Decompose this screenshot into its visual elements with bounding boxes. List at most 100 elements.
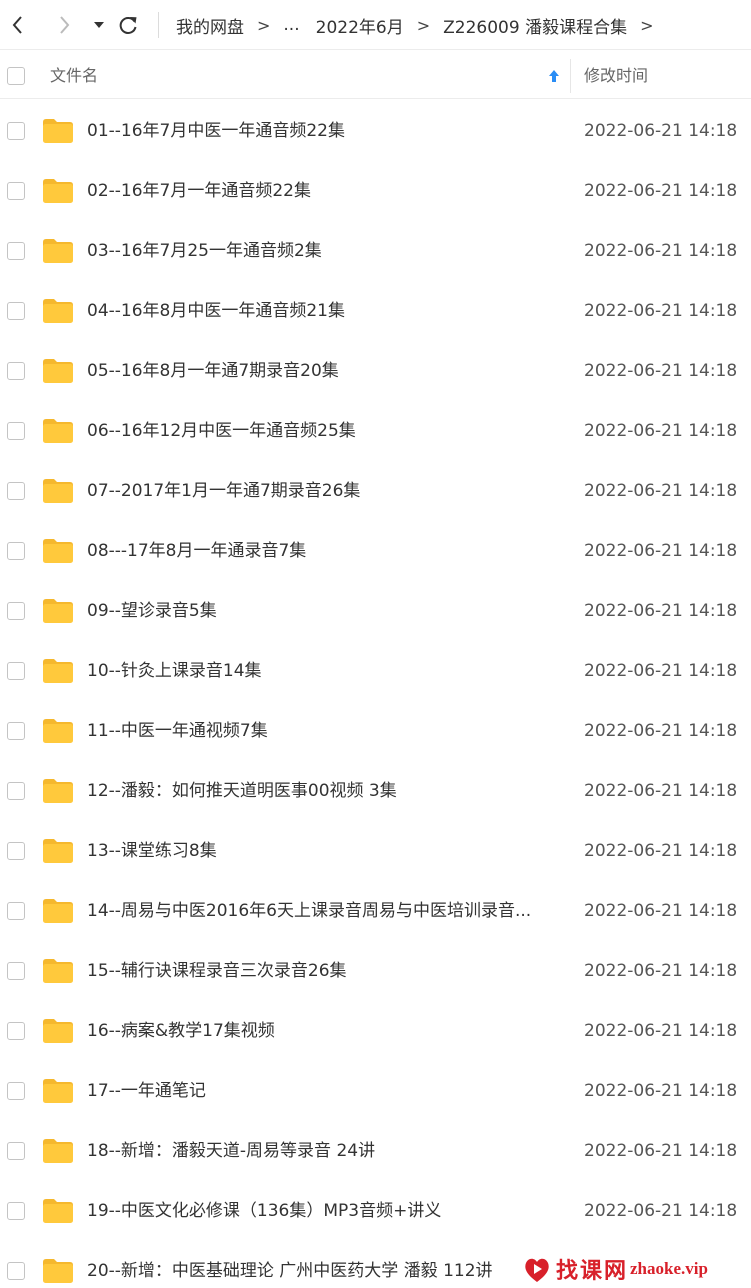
file-name[interactable]: 04--16年8月中医一年通音频21集	[87, 281, 553, 341]
file-row[interactable]: 03--16年7月25一年通音频2集 2022-06-21 14:18	[0, 221, 751, 281]
row-checkbox[interactable]	[7, 1142, 25, 1160]
file-row[interactable]: 06--16年12月中医一年通音频25集 2022-06-21 14:18	[0, 401, 751, 461]
column-header-modified-time[interactable]: 修改时间	[584, 53, 648, 99]
row-checkbox[interactable]	[7, 362, 25, 380]
watermark-url: zhaoke.vip	[630, 1259, 708, 1278]
folder-icon	[43, 419, 73, 443]
folder-icon	[43, 1199, 73, 1223]
file-name[interactable]: 20--新增：中医基础理论 广州中医药大学 潘毅 112讲	[87, 1241, 553, 1288]
row-checkbox[interactable]	[7, 722, 25, 740]
file-modified-time: 2022-06-21 14:18	[584, 121, 738, 141]
row-checkbox[interactable]	[7, 1262, 25, 1280]
row-checkbox[interactable]	[7, 542, 25, 560]
row-checkbox[interactable]	[7, 242, 25, 260]
file-name[interactable]: 17--一年通笔记	[87, 1061, 553, 1121]
folder-icon	[43, 539, 73, 563]
file-name[interactable]: 18--新增：潘毅天道-周易等录音 24讲	[87, 1121, 553, 1181]
column-divider[interactable]	[570, 59, 571, 93]
row-checkbox[interactable]	[7, 1082, 25, 1100]
file-modified-time: 2022-06-21 14:18	[584, 181, 738, 201]
file-name[interactable]: 19--中医文化必修课（136集）MP3音频+讲义	[87, 1181, 553, 1241]
file-modified-time: 2022-06-21 14:18	[584, 601, 738, 621]
file-row[interactable]: 15--辅行诀课程录音三次录音26集 2022-06-21 14:18	[0, 941, 751, 1001]
file-row[interactable]: 04--16年8月中医一年通音频21集 2022-06-21 14:18	[0, 281, 751, 341]
file-name[interactable]: 16--病案&教学17集视频	[87, 1001, 553, 1061]
folder-icon	[43, 659, 73, 683]
breadcrumb-root[interactable]: 我的网盘	[176, 13, 244, 38]
file-name[interactable]: 11--中医一年通视频7集	[87, 701, 553, 761]
file-modified-time: 2022-06-21 14:18	[584, 961, 738, 981]
file-name[interactable]: 06--16年12月中医一年通音频25集	[87, 401, 553, 461]
folder-icon	[43, 1019, 73, 1043]
file-row[interactable]: 07--2017年1月一年通7期录音26集 2022-06-21 14:18	[0, 461, 751, 521]
file-name[interactable]: 14--周易与中医2016年6天上课录音周易与中医培训录音...	[87, 881, 553, 941]
sort-ascending-icon[interactable]	[546, 68, 562, 84]
file-name[interactable]: 13--课堂练习8集	[87, 821, 553, 881]
folder-icon	[43, 179, 73, 203]
file-name[interactable]: 08---17年8月一年通录音7集	[87, 521, 553, 581]
file-name[interactable]: 07--2017年1月一年通7期录音26集	[87, 461, 553, 521]
refresh-button[interactable]	[116, 12, 140, 38]
row-checkbox[interactable]	[7, 482, 25, 500]
breadcrumb-current-folder[interactable]: Z226009 潘毅课程合集	[443, 13, 627, 38]
file-name[interactable]: 01--16年7月中医一年通音频22集	[87, 101, 553, 161]
file-row[interactable]: 18--新增：潘毅天道-周易等录音 24讲 2022-06-21 14:18	[0, 1121, 751, 1181]
row-checkbox[interactable]	[7, 122, 25, 140]
breadcrumb-folder-month[interactable]: 2022年6月	[316, 13, 404, 38]
file-row[interactable]: 02--16年7月一年通音频22集 2022-06-21 14:18	[0, 161, 751, 221]
select-all-checkbox[interactable]	[7, 67, 25, 85]
row-checkbox[interactable]	[7, 302, 25, 320]
row-checkbox[interactable]	[7, 1022, 25, 1040]
row-checkbox[interactable]	[7, 662, 25, 680]
file-name[interactable]: 15--辅行诀课程录音三次录音26集	[87, 941, 553, 1001]
forward-button[interactable]	[52, 12, 76, 38]
file-row[interactable]: 08---17年8月一年通录音7集 2022-06-21 14:18	[0, 521, 751, 581]
history-dropdown-button[interactable]	[87, 12, 111, 38]
file-name[interactable]: 02--16年7月一年通音频22集	[87, 161, 553, 221]
file-modified-time: 2022-06-21 14:18	[584, 901, 738, 921]
row-checkbox[interactable]	[7, 602, 25, 620]
folder-icon	[43, 719, 73, 743]
file-modified-time: 2022-06-21 14:18	[584, 1081, 738, 1101]
file-row[interactable]: 16--病案&教学17集视频 2022-06-21 14:18	[0, 1001, 751, 1061]
file-row[interactable]: 17--一年通笔记 2022-06-21 14:18	[0, 1061, 751, 1121]
chevron-left-icon	[12, 16, 22, 34]
row-checkbox[interactable]	[7, 182, 25, 200]
file-name[interactable]: 12--潘毅：如何推天道明医事00视频 3集	[87, 761, 553, 821]
folder-icon	[43, 479, 73, 503]
row-checkbox[interactable]	[7, 1202, 25, 1220]
file-modified-time: 2022-06-21 14:18	[584, 841, 738, 861]
file-name[interactable]: 10--针灸上课录音14集	[87, 641, 553, 701]
file-modified-time: 2022-06-21 14:18	[584, 421, 738, 441]
file-modified-time: 2022-06-21 14:18	[584, 781, 738, 801]
file-name[interactable]: 09--望诊录音5集	[87, 581, 553, 641]
row-checkbox[interactable]	[7, 782, 25, 800]
breadcrumb-ellipsis[interactable]: ...	[283, 15, 299, 35]
caret-down-icon	[94, 22, 104, 28]
file-row[interactable]: 13--课堂练习8集 2022-06-21 14:18	[0, 821, 751, 881]
toolbar-divider	[158, 12, 159, 38]
file-name[interactable]: 05--16年8月一年通7期录音20集	[87, 341, 553, 401]
back-button[interactable]	[6, 12, 30, 38]
column-header-name[interactable]: 文件名	[50, 53, 98, 99]
file-modified-time: 2022-06-21 14:18	[584, 481, 738, 501]
file-row[interactable]: 10--针灸上课录音14集 2022-06-21 14:18	[0, 641, 751, 701]
file-row[interactable]: 14--周易与中医2016年6天上课录音周易与中医培训录音... 2022-06-…	[0, 881, 751, 941]
folder-icon	[43, 239, 73, 263]
row-checkbox[interactable]	[7, 422, 25, 440]
file-name[interactable]: 03--16年7月25一年通音频2集	[87, 221, 553, 281]
file-row[interactable]: 05--16年8月一年通7期录音20集 2022-06-21 14:18	[0, 341, 751, 401]
folder-icon	[43, 1139, 73, 1163]
file-modified-time: 2022-06-21 14:18	[584, 1021, 738, 1041]
file-row[interactable]: 19--中医文化必修课（136集）MP3音频+讲义 2022-06-21 14:1…	[0, 1181, 751, 1241]
file-row[interactable]: 01--16年7月中医一年通音频22集 2022-06-21 14:18	[0, 101, 751, 161]
file-row[interactable]: 12--潘毅：如何推天道明医事00视频 3集 2022-06-21 14:18	[0, 761, 751, 821]
row-checkbox[interactable]	[7, 962, 25, 980]
row-checkbox[interactable]	[7, 842, 25, 860]
file-row[interactable]: 09--望诊录音5集 2022-06-21 14:18	[0, 581, 751, 641]
file-row[interactable]: 11--中医一年通视频7集 2022-06-21 14:18	[0, 701, 751, 761]
file-modified-time: 2022-06-21 14:18	[584, 541, 738, 561]
row-checkbox[interactable]	[7, 902, 25, 920]
folder-icon	[43, 1259, 73, 1283]
folder-icon	[43, 299, 73, 323]
